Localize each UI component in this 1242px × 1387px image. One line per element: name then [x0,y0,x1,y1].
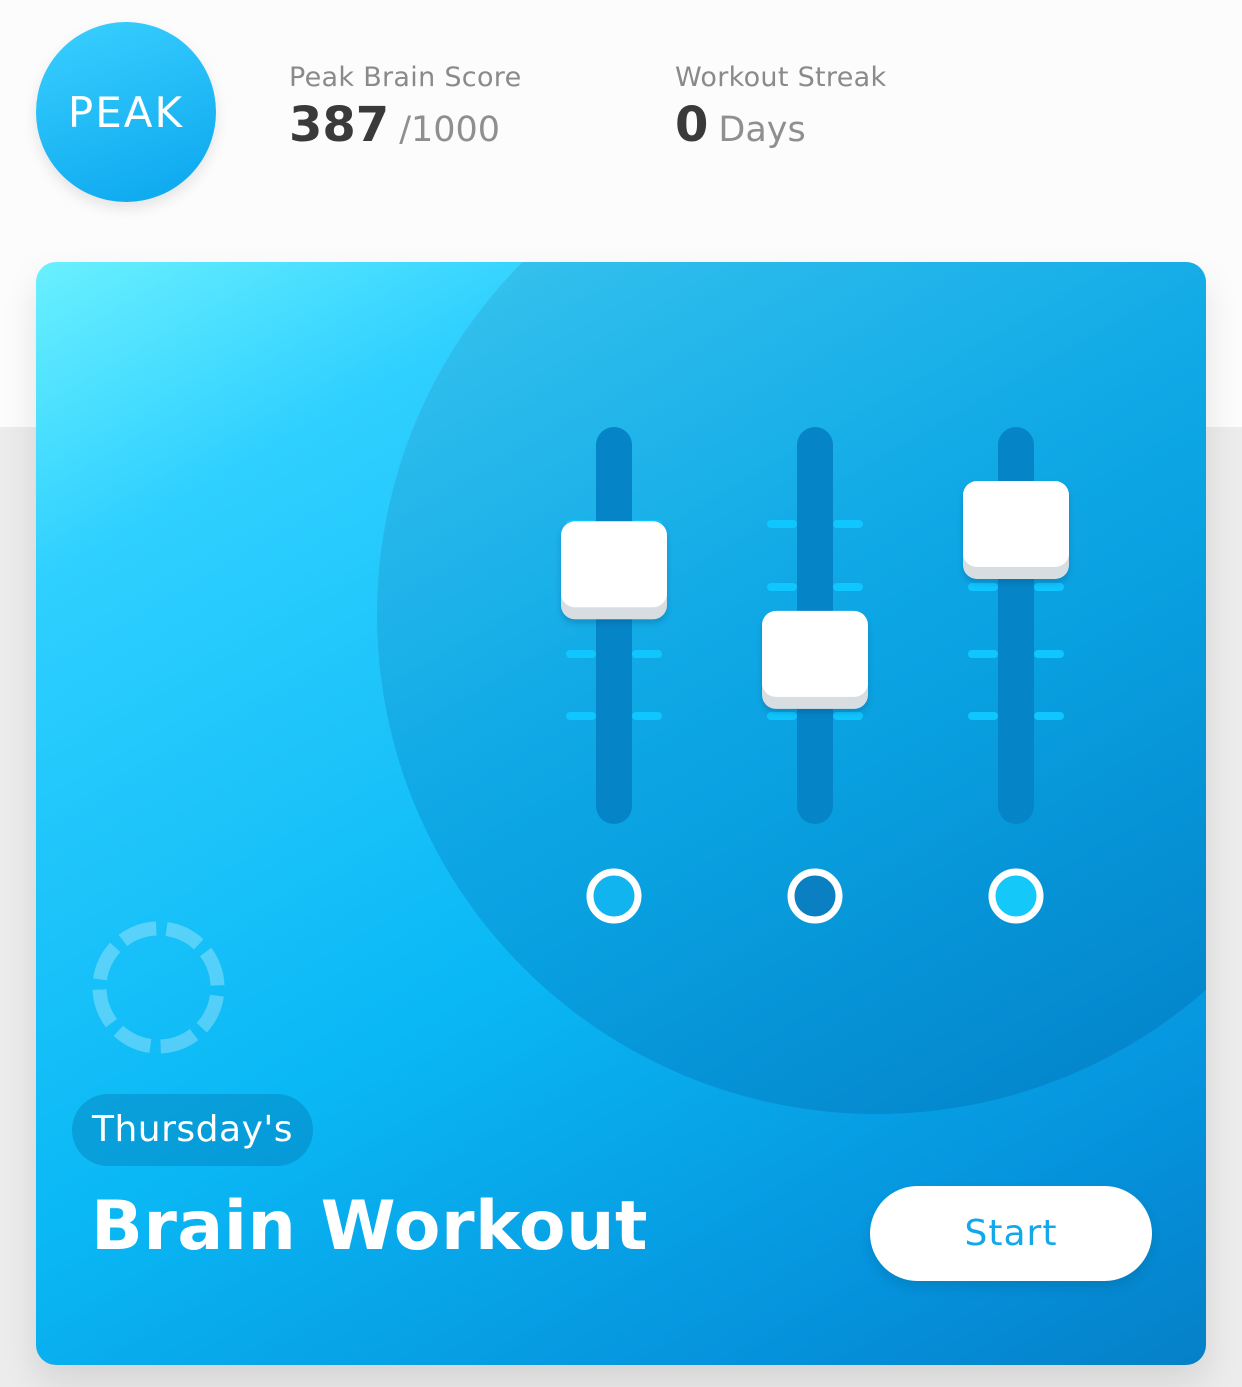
slider-knob[interactable] [561,521,667,620]
day-tag: Thursday's [72,1094,314,1166]
brain-score-stat: Peak Brain Score 387/1000 [289,62,521,153]
slider-3[interactable] [963,427,1069,924]
workout-streak-value: 0 [675,97,709,153]
slider-tick [767,520,797,528]
workout-streak-suffix: Days [718,110,806,150]
slider-1[interactable] [561,427,667,924]
brain-workout-card[interactable]: Thursday's Brain Workout Start [36,262,1206,1365]
workout-streak-label: Workout Streak [675,62,887,93]
slider-tick [566,712,596,720]
workout-title: Brain Workout [91,1187,649,1266]
start-button[interactable]: Start [870,1186,1152,1281]
slider-tick [968,712,998,720]
peak-logo[interactable]: PEAK [36,22,216,202]
slider-2[interactable] [762,427,868,924]
slider-tick [566,650,596,658]
slider-indicator-icon [787,868,843,924]
slider-tick [767,712,797,720]
slider-track [596,427,632,824]
brain-score-label: Peak Brain Score [289,62,522,93]
slider-tick [968,650,998,658]
slider-tick [632,650,662,658]
brain-score-suffix: /1000 [399,110,501,150]
slider-knob[interactable] [762,610,868,709]
slider-tick [1034,712,1064,720]
slider-indicator-icon [988,868,1044,924]
workout-streak-stat: Workout Streak 0 Days [675,62,886,153]
slider-tick [1034,650,1064,658]
slider-tick [833,520,863,528]
slider-indicator-icon [586,868,642,924]
logo-text: PEAK [67,87,185,137]
slider-tick [833,712,863,720]
slider-tick [767,583,797,591]
brain-score-value: 387 [289,97,390,153]
slider-tick [1034,583,1064,591]
slider-tick [632,712,662,720]
slider-tick [968,583,998,591]
slider-tick [833,583,863,591]
slider-knob[interactable] [963,481,1069,579]
